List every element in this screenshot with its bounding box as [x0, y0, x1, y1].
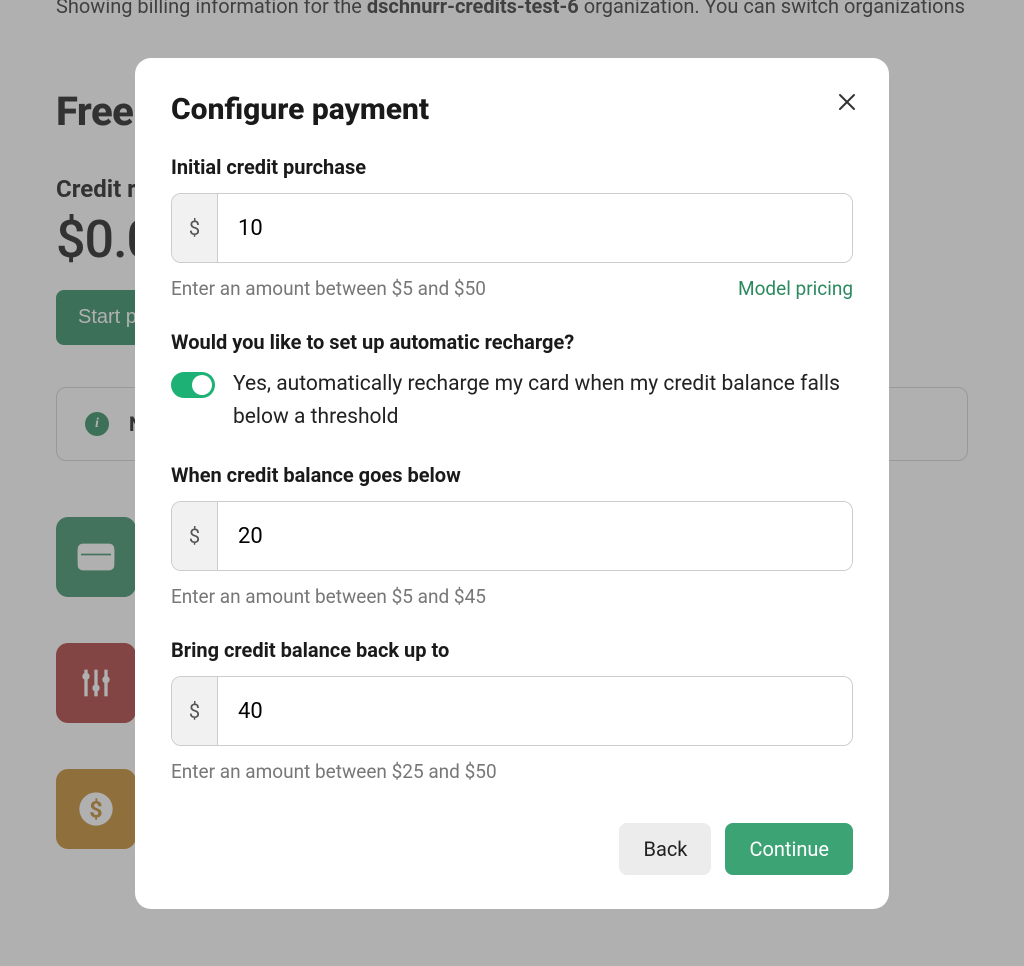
- modal-overlay: Configure payment Initial credit purchas…: [0, 0, 1024, 966]
- model-pricing-link[interactable]: Model pricing: [738, 277, 853, 300]
- topup-input-group: $: [171, 676, 853, 746]
- initial-purchase-input-group: $: [171, 193, 853, 263]
- close-button[interactable]: [835, 90, 859, 114]
- threshold-input-group: $: [171, 501, 853, 571]
- auto-recharge-toggle[interactable]: [171, 372, 215, 398]
- topup-label: Bring credit balance back up to: [171, 638, 853, 662]
- toggle-knob: [192, 375, 212, 395]
- threshold-label: When credit balance goes below: [171, 463, 853, 487]
- dollar-prefix: $: [172, 677, 218, 745]
- topup-input[interactable]: [218, 677, 852, 745]
- initial-purchase-label: Initial credit purchase: [171, 155, 853, 179]
- continue-button[interactable]: Continue: [725, 823, 853, 875]
- initial-purchase-hint: Enter an amount between $5 and $50: [171, 277, 486, 300]
- threshold-input[interactable]: [218, 502, 852, 570]
- configure-payment-modal: Configure payment Initial credit purchas…: [135, 58, 889, 909]
- back-button[interactable]: Back: [619, 823, 711, 875]
- dollar-prefix: $: [172, 502, 218, 570]
- threshold-hint: Enter an amount between $5 and $45: [171, 585, 486, 608]
- dollar-prefix: $: [172, 194, 218, 262]
- auto-recharge-text: Yes, automatically recharge my card when…: [233, 368, 853, 433]
- modal-title: Configure payment: [171, 92, 853, 127]
- topup-hint: Enter an amount between $25 and $50: [171, 760, 497, 783]
- initial-purchase-input[interactable]: [218, 194, 852, 262]
- close-icon: [835, 90, 859, 114]
- recharge-label: Would you like to set up automatic recha…: [171, 330, 853, 354]
